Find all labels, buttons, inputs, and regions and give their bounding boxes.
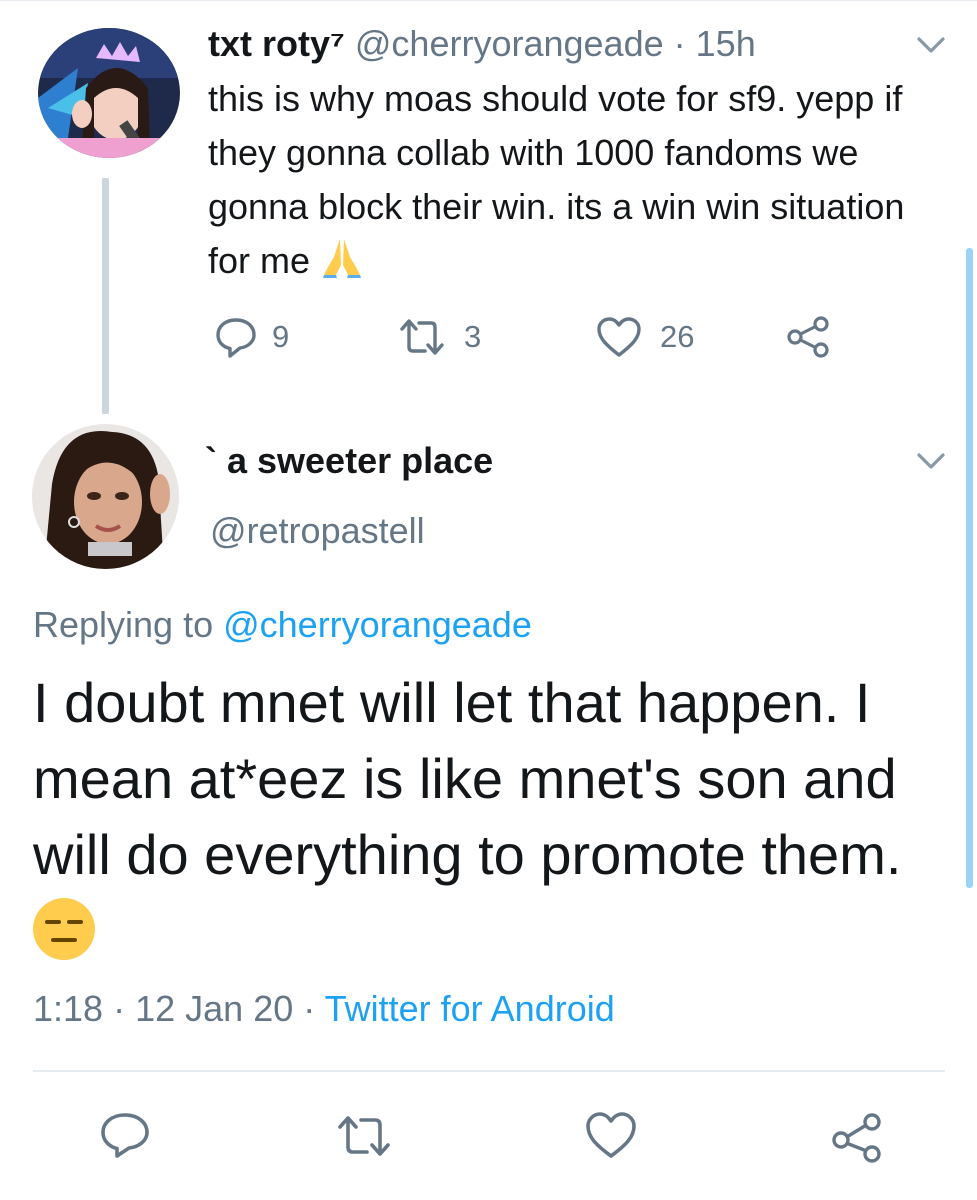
retweet-icon bbox=[398, 315, 446, 359]
reply-action[interactable]: 9 bbox=[214, 315, 289, 359]
reply-icon bbox=[214, 315, 258, 359]
parent-handle[interactable]: @cherryorangeade bbox=[355, 23, 664, 64]
avatar-reply[interactable] bbox=[32, 424, 179, 569]
share-icon[interactable] bbox=[785, 315, 831, 359]
like-icon bbox=[584, 1112, 638, 1164]
like-icon bbox=[596, 315, 642, 359]
reply-count: 9 bbox=[272, 319, 290, 354]
action-bar-divider bbox=[33, 1070, 945, 1072]
parent-tweet-text: this is why moas should vote for sf9. ye… bbox=[208, 72, 953, 294]
top-divider bbox=[0, 0, 977, 1]
share-button[interactable] bbox=[830, 1110, 884, 1169]
reply-handle[interactable]: @retropastell bbox=[210, 510, 425, 552]
parent-tweet-body: this is why moas should vote for sf9. ye… bbox=[208, 78, 905, 281]
reply-icon bbox=[99, 1113, 151, 1164]
header-separator: · bbox=[673, 23, 686, 64]
parent-tweet-header: txt roty⁷ @cherryorangeade · 15h bbox=[208, 22, 756, 66]
like-button[interactable] bbox=[584, 1110, 638, 1165]
like-count: 26 bbox=[660, 319, 695, 354]
tweet-date: 12 Jan 20 bbox=[135, 988, 294, 1029]
tweet-meta: 1:18 · 12 Jan 20 · Twitter for Android bbox=[33, 988, 615, 1030]
tweet-time: 1:18 bbox=[33, 988, 104, 1029]
replying-to-line: Replying to @cherryorangeade bbox=[33, 604, 532, 646]
replying-to-link[interactable]: @cherryorangeade bbox=[223, 604, 532, 645]
reply-tweet-text: I doubt mnet will let that happen. I mea… bbox=[33, 665, 953, 969]
parent-time[interactable]: 15h bbox=[696, 23, 756, 64]
retweet-count: 3 bbox=[464, 319, 482, 354]
retweet-icon bbox=[336, 1116, 392, 1164]
retweet-button[interactable] bbox=[336, 1112, 392, 1165]
reply-button[interactable] bbox=[99, 1110, 151, 1165]
chevron-down-icon[interactable] bbox=[916, 451, 946, 471]
meta-separator: · bbox=[113, 988, 126, 1029]
expressionless-face-emoji bbox=[33, 898, 95, 960]
reply-tweet-body: I doubt mnet will let that happen. I mea… bbox=[33, 671, 902, 886]
meta-separator: · bbox=[303, 988, 316, 1029]
avatar-parent[interactable] bbox=[38, 28, 180, 158]
retweet-action[interactable]: 3 bbox=[398, 315, 481, 359]
tweet-source-link[interactable]: Twitter for Android bbox=[325, 988, 615, 1029]
scrollbar[interactable] bbox=[966, 248, 973, 888]
parent-display-name[interactable]: txt roty⁷ bbox=[208, 23, 345, 64]
folded-hands-emoji bbox=[320, 235, 364, 294]
reply-display-name[interactable]: ` a sweeter place bbox=[205, 440, 493, 482]
replying-to-label: Replying to bbox=[33, 604, 224, 645]
chevron-down-icon[interactable] bbox=[916, 35, 946, 55]
thread-connector-line bbox=[102, 178, 109, 414]
like-action[interactable]: 26 bbox=[596, 315, 694, 359]
share-icon bbox=[830, 1113, 884, 1168]
